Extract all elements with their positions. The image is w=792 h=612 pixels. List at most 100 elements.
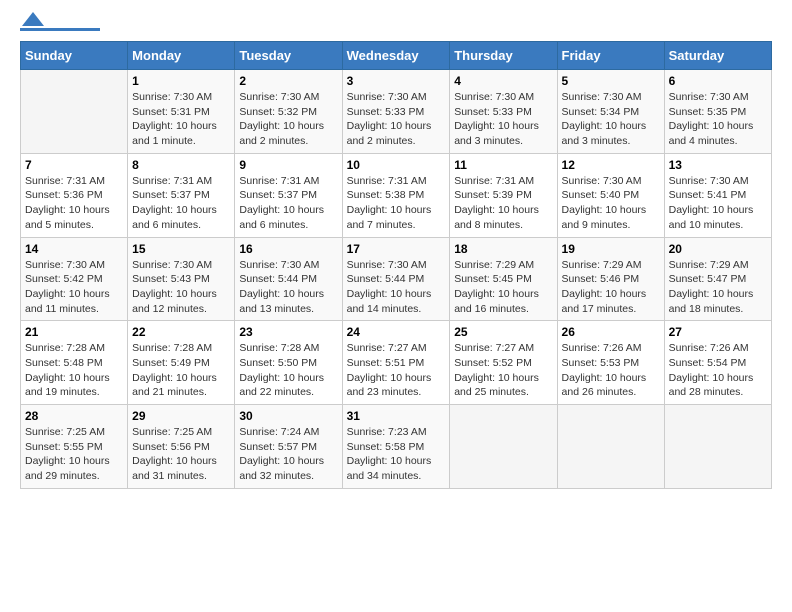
day-number: 24 <box>347 325 446 339</box>
day-info: Sunrise: 7:28 AM Sunset: 5:49 PM Dayligh… <box>132 341 230 400</box>
day-info: Sunrise: 7:30 AM Sunset: 5:33 PM Dayligh… <box>454 90 552 149</box>
calendar-cell: 15Sunrise: 7:30 AM Sunset: 5:43 PM Dayli… <box>128 237 235 321</box>
day-info: Sunrise: 7:30 AM Sunset: 5:35 PM Dayligh… <box>669 90 767 149</box>
calendar-cell <box>664 405 771 489</box>
day-number: 17 <box>347 242 446 256</box>
day-info: Sunrise: 7:30 AM Sunset: 5:44 PM Dayligh… <box>347 258 446 317</box>
calendar-cell: 2 Sunrise: 7:30 AM Sunset: 5:32 PM Daylig… <box>235 70 342 154</box>
day-number: 2 <box>239 74 337 88</box>
calendar-cell: 31Sunrise: 7:23 AM Sunset: 5:58 PM Dayli… <box>342 405 450 489</box>
day-info: Sunrise: 7:28 AM Sunset: 5:48 PM Dayligh… <box>25 341 123 400</box>
day-of-week-thursday: Thursday <box>450 42 557 70</box>
day-number: 20 <box>669 242 767 256</box>
day-number: 31 <box>347 409 446 423</box>
day-number: 12 <box>562 158 660 172</box>
calendar-cell: 10 Sunrise: 7:31 AM Sunset: 5:38 PM Dayli… <box>342 153 450 237</box>
day-info: Sunrise: 7:26 AM Sunset: 5:54 PM Dayligh… <box>669 341 767 400</box>
calendar-cell: 17 Sunrise: 7:30 AM Sunset: 5:44 PM Dayli… <box>342 237 450 321</box>
calendar-cell: 11 Sunrise: 7:31 AM Sunset: 5:39 PM Dayli… <box>450 153 557 237</box>
day-info: Sunrise: 7:27 AM Sunset: 5:52 PM Dayligh… <box>454 341 552 400</box>
calendar-cell: 5 Sunrise: 7:30 AM Sunset: 5:34 PM Daylig… <box>557 70 664 154</box>
week-row-5: 28 Sunrise: 7:25 AM Sunset: 5:55 PM Dayli… <box>21 405 772 489</box>
day-info: Sunrise: 7:31 AM Sunset: 5:37 PM Dayligh… <box>239 174 337 233</box>
day-info: Sunrise: 7:30 AM Sunset: 5:33 PM Dayligh… <box>347 90 446 149</box>
day-number: 21 <box>25 325 123 339</box>
day-info: Sunrise: 7:29 AM Sunset: 5:45 PM Dayligh… <box>454 258 552 317</box>
calendar-cell <box>557 405 664 489</box>
day-info: Sunrise: 7:30 AM Sunset: 5:42 PM Dayligh… <box>25 258 123 317</box>
day-number: 1 <box>132 74 230 88</box>
day-number: 25 <box>454 325 552 339</box>
day-number: 27 <box>669 325 767 339</box>
calendar-cell: 9 Sunrise: 7:31 AM Sunset: 5:37 PM Daylig… <box>235 153 342 237</box>
day-info: Sunrise: 7:26 AM Sunset: 5:53 PM Dayligh… <box>562 341 660 400</box>
day-info: Sunrise: 7:25 AM Sunset: 5:55 PM Dayligh… <box>25 425 123 484</box>
calendar-cell: 14Sunrise: 7:30 AM Sunset: 5:42 PM Dayli… <box>21 237 128 321</box>
calendar-cell <box>450 405 557 489</box>
day-of-week-sunday: Sunday <box>21 42 128 70</box>
day-info: Sunrise: 7:31 AM Sunset: 5:38 PM Dayligh… <box>347 174 446 233</box>
day-of-week-saturday: Saturday <box>664 42 771 70</box>
day-number: 11 <box>454 158 552 172</box>
day-number: 18 <box>454 242 552 256</box>
calendar-cell: 20 Sunrise: 7:29 AM Sunset: 5:47 PM Dayli… <box>664 237 771 321</box>
day-number: 19 <box>562 242 660 256</box>
day-info: Sunrise: 7:27 AM Sunset: 5:51 PM Dayligh… <box>347 341 446 400</box>
day-number: 8 <box>132 158 230 172</box>
day-info: Sunrise: 7:31 AM Sunset: 5:36 PM Dayligh… <box>25 174 123 233</box>
calendar-cell: 1 Sunrise: 7:30 AM Sunset: 5:31 PM Daylig… <box>128 70 235 154</box>
day-of-week-monday: Monday <box>128 42 235 70</box>
calendar-cell: 22 Sunrise: 7:28 AM Sunset: 5:49 PM Dayli… <box>128 321 235 405</box>
calendar-cell: 27 Sunrise: 7:26 AM Sunset: 5:54 PM Dayli… <box>664 321 771 405</box>
day-number: 13 <box>669 158 767 172</box>
week-row-3: 14Sunrise: 7:30 AM Sunset: 5:42 PM Dayli… <box>21 237 772 321</box>
week-row-1: 1 Sunrise: 7:30 AM Sunset: 5:31 PM Daylig… <box>21 70 772 154</box>
day-info: Sunrise: 7:30 AM Sunset: 5:31 PM Dayligh… <box>132 90 230 149</box>
calendar-cell: 19 Sunrise: 7:29 AM Sunset: 5:46 PM Dayli… <box>557 237 664 321</box>
day-info: Sunrise: 7:25 AM Sunset: 5:56 PM Dayligh… <box>132 425 230 484</box>
day-info: Sunrise: 7:30 AM Sunset: 5:34 PM Dayligh… <box>562 90 660 149</box>
calendar-cell: 4 Sunrise: 7:30 AM Sunset: 5:33 PM Daylig… <box>450 70 557 154</box>
day-info: Sunrise: 7:30 AM Sunset: 5:40 PM Dayligh… <box>562 174 660 233</box>
day-info: Sunrise: 7:29 AM Sunset: 5:46 PM Dayligh… <box>562 258 660 317</box>
day-number: 16 <box>239 242 337 256</box>
calendar-cell: 3Sunrise: 7:30 AM Sunset: 5:33 PM Daylig… <box>342 70 450 154</box>
day-number: 22 <box>132 325 230 339</box>
logo <box>20 20 100 31</box>
page-header <box>20 20 772 31</box>
calendar-cell <box>21 70 128 154</box>
day-of-week-tuesday: Tuesday <box>235 42 342 70</box>
calendar-cell: 16 Sunrise: 7:30 AM Sunset: 5:44 PM Dayli… <box>235 237 342 321</box>
day-number: 4 <box>454 74 552 88</box>
calendar-cell: 23 Sunrise: 7:28 AM Sunset: 5:50 PM Dayli… <box>235 321 342 405</box>
day-number: 7 <box>25 158 123 172</box>
day-number: 23 <box>239 325 337 339</box>
day-number: 28 <box>25 409 123 423</box>
day-of-week-wednesday: Wednesday <box>342 42 450 70</box>
calendar-table: SundayMondayTuesdayWednesdayThursdayFrid… <box>20 41 772 489</box>
day-number: 15 <box>132 242 230 256</box>
day-number: 26 <box>562 325 660 339</box>
day-info: Sunrise: 7:30 AM Sunset: 5:44 PM Dayligh… <box>239 258 337 317</box>
day-info: Sunrise: 7:30 AM Sunset: 5:32 PM Dayligh… <box>239 90 337 149</box>
calendar-cell: 26 Sunrise: 7:26 AM Sunset: 5:53 PM Dayli… <box>557 321 664 405</box>
day-number: 5 <box>562 74 660 88</box>
calendar-cell: 30Sunrise: 7:24 AM Sunset: 5:57 PM Dayli… <box>235 405 342 489</box>
calendar-cell: 8Sunrise: 7:31 AM Sunset: 5:37 PM Daylig… <box>128 153 235 237</box>
week-row-2: 7 Sunrise: 7:31 AM Sunset: 5:36 PM Daylig… <box>21 153 772 237</box>
day-number: 9 <box>239 158 337 172</box>
day-number: 29 <box>132 409 230 423</box>
week-row-4: 21 Sunrise: 7:28 AM Sunset: 5:48 PM Dayli… <box>21 321 772 405</box>
logo-icon <box>22 12 44 26</box>
day-number: 30 <box>239 409 337 423</box>
day-of-week-friday: Friday <box>557 42 664 70</box>
day-info: Sunrise: 7:29 AM Sunset: 5:47 PM Dayligh… <box>669 258 767 317</box>
day-number: 10 <box>347 158 446 172</box>
calendar-cell: 12 Sunrise: 7:30 AM Sunset: 5:40 PM Dayli… <box>557 153 664 237</box>
calendar-header: SundayMondayTuesdayWednesdayThursdayFrid… <box>21 42 772 70</box>
calendar-body: 1 Sunrise: 7:30 AM Sunset: 5:31 PM Daylig… <box>21 70 772 489</box>
day-info: Sunrise: 7:31 AM Sunset: 5:39 PM Dayligh… <box>454 174 552 233</box>
calendar-cell: 24 Sunrise: 7:27 AM Sunset: 5:51 PM Dayli… <box>342 321 450 405</box>
day-info: Sunrise: 7:30 AM Sunset: 5:41 PM Dayligh… <box>669 174 767 233</box>
day-info: Sunrise: 7:28 AM Sunset: 5:50 PM Dayligh… <box>239 341 337 400</box>
